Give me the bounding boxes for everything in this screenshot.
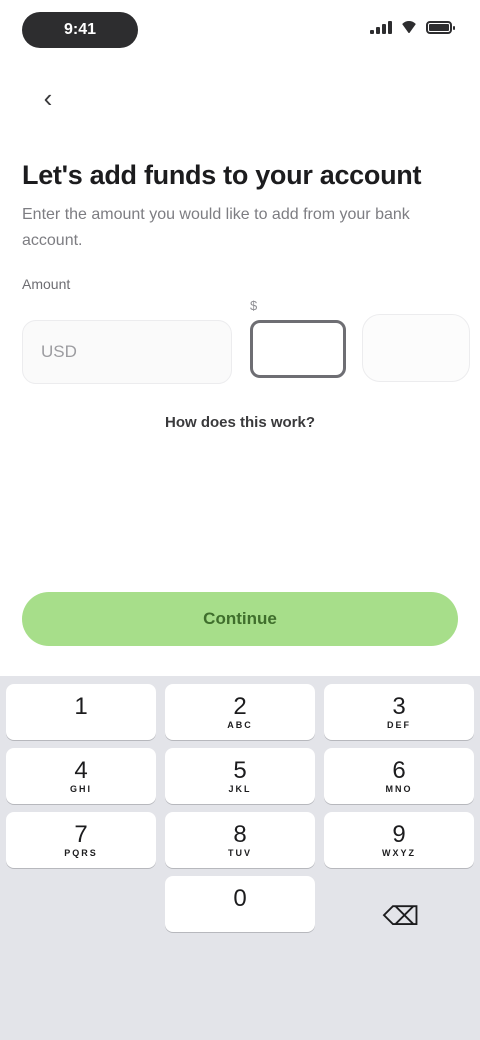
status-bar: 9:41 bbox=[0, 0, 480, 64]
back-button[interactable]: ‹ bbox=[30, 80, 66, 116]
key-letters: PQRS bbox=[64, 847, 98, 858]
key-digit: 8 bbox=[233, 820, 247, 848]
key-digit: 9 bbox=[392, 820, 406, 848]
signal-icon bbox=[370, 20, 392, 34]
key-1[interactable]: 1 bbox=[6, 684, 156, 740]
key-digit: 1 bbox=[74, 692, 88, 720]
page-subtitle: Enter the amount you would like to add f… bbox=[22, 206, 410, 249]
key-letters: JKL bbox=[228, 783, 252, 794]
key-7[interactable]: 7 PQRS bbox=[6, 812, 156, 868]
key-letters: MNO bbox=[385, 783, 413, 794]
amount-label: Amount bbox=[22, 276, 71, 292]
secondary-input[interactable] bbox=[362, 314, 470, 382]
continue-button[interactable]: Continue bbox=[22, 592, 458, 646]
numeric-keypad: 1 2 ABC 3 DEF 4 GHI 5 JKL 6 MNO 7 PQRS 8… bbox=[0, 676, 480, 1040]
key-8[interactable]: 8 TUV bbox=[165, 812, 315, 868]
key-digit: 7 bbox=[74, 820, 88, 848]
key-digit: 5 bbox=[233, 756, 247, 784]
key-3[interactable]: 3 DEF bbox=[324, 684, 474, 740]
wifi-icon bbox=[400, 21, 418, 33]
page-title: Let's add funds to your account bbox=[22, 160, 422, 190]
help-link[interactable]: How does this work? bbox=[150, 414, 330, 431]
key-digit: 4 bbox=[74, 756, 88, 784]
currency-select[interactable]: USD bbox=[22, 320, 232, 384]
key-9[interactable]: 9 WXYZ bbox=[324, 812, 474, 868]
status-time: 9:41 bbox=[22, 12, 138, 48]
backspace-icon[interactable]: ⌫ bbox=[382, 903, 420, 929]
key-4[interactable]: 4 GHI bbox=[6, 748, 156, 804]
amount-caption: $ bbox=[250, 298, 258, 313]
key-6[interactable]: 6 MNO bbox=[324, 748, 474, 804]
chevron-left-icon: ‹ bbox=[43, 82, 53, 113]
amount-input[interactable] bbox=[250, 320, 346, 378]
key-digit: 2 bbox=[233, 692, 247, 720]
key-digit: 6 bbox=[392, 756, 406, 784]
status-icons bbox=[370, 20, 455, 34]
key-0[interactable]: 0 bbox=[165, 876, 315, 932]
key-digit: 3 bbox=[392, 692, 406, 720]
key-letters: ABC bbox=[227, 719, 253, 730]
key-5[interactable]: 5 JKL bbox=[165, 748, 315, 804]
battery-icon bbox=[426, 20, 455, 34]
key-letters: TUV bbox=[228, 847, 252, 858]
key-letters: WXYZ bbox=[382, 847, 416, 858]
key-digit: 0 bbox=[233, 884, 247, 912]
currency-value: USD bbox=[41, 342, 77, 361]
key-letters: GHI bbox=[69, 783, 92, 794]
key-2[interactable]: 2 ABC bbox=[165, 684, 315, 740]
key-letters: DEF bbox=[387, 719, 411, 730]
